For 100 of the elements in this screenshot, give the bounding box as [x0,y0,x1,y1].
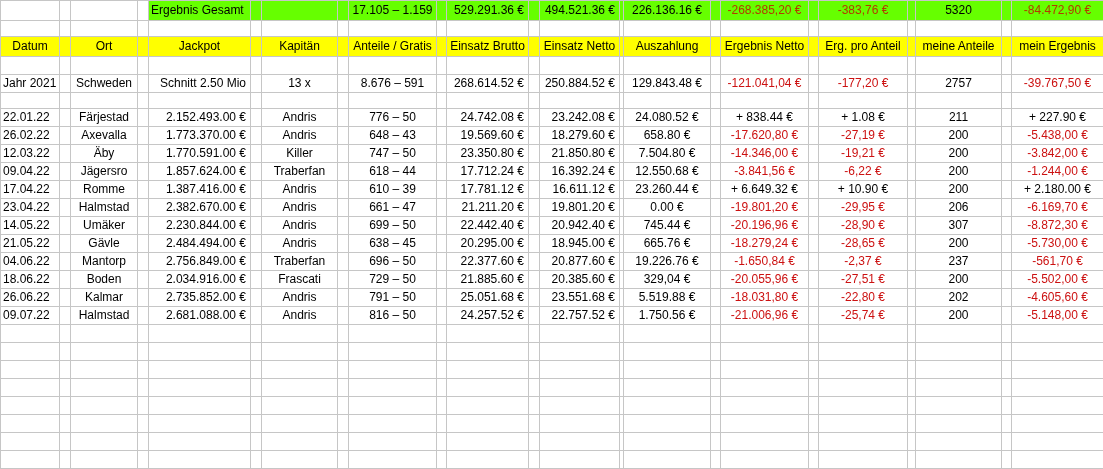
table-cell: Jägersro [70,162,138,181]
table-cell: Halmstad [70,198,138,217]
table-cell: 19.801.20 € [539,198,620,217]
table-cell: 2.382.670.00 € [148,198,251,217]
table-cell: 200 [915,162,1002,181]
table-cell: 7.504.80 € [623,144,711,163]
table-cell: 1.387.416.00 € [148,180,251,199]
table-cell: 791 – 50 [348,288,437,307]
summary-value: 529.291.36 € [446,0,529,21]
table-cell: Boden [70,270,138,289]
table-cell: Äby [70,144,138,163]
table-cell: 2.484.494.00 € [148,234,251,253]
table-cell: 0.00 € [623,198,711,217]
table-cell: 19.569.60 € [446,126,529,145]
table-cell: 18.279.60 € [539,126,620,145]
table-cell: 610 – 39 [348,180,437,199]
table-cell: 129.843.48 € [623,74,711,93]
table-cell: 16.611.12 € [539,180,620,199]
table-cell: -1.650,84 € [720,252,809,271]
table-cell: 04.06.22 [0,252,60,271]
table-cell: 09.07.22 [0,306,60,325]
table-cell: 17.04.22 [0,180,60,199]
summary-value: 5320 [915,0,1002,21]
table-cell: Traberfan [261,252,338,271]
table-cell: -27,51 € [818,270,908,289]
table-cell: 23.551.68 € [539,288,620,307]
table-cell: 747 – 50 [348,144,437,163]
table-cell: 18.945.00 € [539,234,620,253]
table-cell: 329,04 € [623,270,711,289]
table-cell: 21.850.80 € [539,144,620,163]
table-cell: 26.02.22 [0,126,60,145]
table-cell: 699 – 50 [348,216,437,235]
table-cell: Romme [70,180,138,199]
table-cell: -22,80 € [818,288,908,307]
table-cell: -14.346,00 € [720,144,809,163]
table-cell: 2757 [915,74,1002,93]
table-cell: 20.877.60 € [539,252,620,271]
table-cell: -177,20 € [818,74,908,93]
table-cell: Umäker [70,216,138,235]
table-cell: 8.676 – 591 [348,74,437,93]
table-cell: -20.055,96 € [720,270,809,289]
table-cell: Schnitt 2.50 Mio [148,74,251,93]
table-cell: -29,95 € [818,198,908,217]
table-cell: 665.76 € [623,234,711,253]
table-cell: + 838.44 € [720,108,809,127]
table-cell: 23.04.22 [0,198,60,217]
table-cell: 2.034.916.00 € [148,270,251,289]
table-cell: 1.857.624.00 € [148,162,251,181]
table-cell: 211 [915,108,1002,127]
table-cell: Schweden [70,74,138,93]
table-cell: 21.211.20 € [446,198,529,217]
table-cell: 17.712.24 € [446,162,529,181]
table-cell: -3.841,56 € [720,162,809,181]
table-cell: -2,37 € [818,252,908,271]
table-cell: Andris [261,198,338,217]
table-cell: 1.770.591.00 € [148,144,251,163]
table-cell: Färjestad [70,108,138,127]
table-cell: 618 – 44 [348,162,437,181]
summary-value: -383,76 € [818,0,908,21]
table-cell: Halmstad [70,306,138,325]
table-cell: Andris [261,108,338,127]
table-cell: -6,22 € [818,162,908,181]
table-cell: 729 – 50 [348,270,437,289]
table-cell: Andris [261,126,338,145]
table-cell: 696 – 50 [348,252,437,271]
table-cell: 638 – 45 [348,234,437,253]
table-cell: Axevalla [70,126,138,145]
table-cell: 202 [915,288,1002,307]
table-cell: 25.051.68 € [446,288,529,307]
table-cell: 21.05.22 [0,234,60,253]
summary-label: Ergebnis Gesamt [148,0,251,21]
table-cell: 250.884.52 € [539,74,620,93]
table-cell: 658.80 € [623,126,711,145]
table-cell: 5.519.88 € [623,288,711,307]
table-cell: Andris [261,180,338,199]
summary-value: 494.521.36 € [539,0,620,21]
table-cell: 13 x [261,74,338,93]
table-cell: 200 [915,270,1002,289]
table-cell: 09.04.22 [0,162,60,181]
table-cell: 2.735.852.00 € [148,288,251,307]
table-cell: 12.550.68 € [623,162,711,181]
table-cell: 1.750.56 € [623,306,711,325]
table-cell: 16.392.24 € [539,162,620,181]
table-cell: -18.031,80 € [720,288,809,307]
table-cell: -25,74 € [818,306,908,325]
table-cell: 23.242.08 € [539,108,620,127]
table-cell: 20.942.40 € [539,216,620,235]
table-cell: 23.350.80 € [446,144,529,163]
table-cell: -19.801,20 € [720,198,809,217]
table-cell: -18.279,24 € [720,234,809,253]
table-cell: 2.152.493.00 € [148,108,251,127]
table-cell: -20.196,96 € [720,216,809,235]
table-cell: Kalmar [70,288,138,307]
summary-value: 17.105 – 1.159 [348,0,437,21]
table-cell: 2.756.849.00 € [148,252,251,271]
table-cell: Killer [261,144,338,163]
table-cell: 17.781.12 € [446,180,529,199]
table-cell: 22.757.52 € [539,306,620,325]
table-cell: 21.885.60 € [446,270,529,289]
summary-value: 226.136.16 € [623,0,711,21]
